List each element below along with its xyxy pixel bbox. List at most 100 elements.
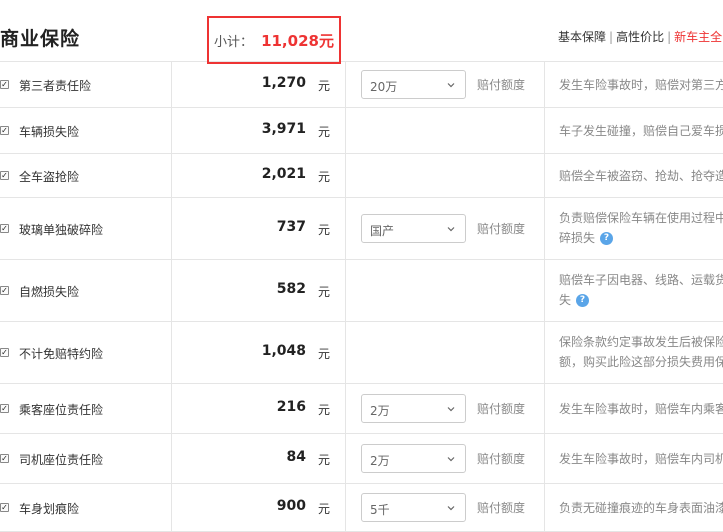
column-divider <box>345 62 346 107</box>
description-line: 发生车险事故时，赔偿对第三方 <box>559 78 723 92</box>
premium-amount: 737 <box>276 219 306 235</box>
premium-amount: 216 <box>276 399 306 415</box>
column-divider <box>345 384 346 433</box>
coverage-select-value: 5千 <box>370 503 390 517</box>
insurance-description: 赔偿车子因电器、线路、运载货失? <box>559 270 723 310</box>
subtotal-label: 小计： <box>214 34 254 50</box>
column-divider <box>345 154 346 197</box>
currency-unit: 元 <box>318 223 331 237</box>
coverage-select[interactable]: 2万 <box>361 394 466 423</box>
header: 商业保险 小计： 11,028元 基本保障 | 高性价比 | 新车主全 <box>0 0 723 64</box>
insurance-name: 车辆损失险 <box>19 125 80 139</box>
currency-unit: 元 <box>318 502 331 516</box>
subtotal-value: 11,028元 <box>261 31 334 50</box>
row-checkbox[interactable]: ✓ <box>0 404 9 413</box>
description-line: 赔偿车子因电器、线路、运载货 <box>559 273 723 287</box>
premium-amount: 1,270 <box>261 75 306 91</box>
column-divider <box>171 108 172 153</box>
insurance-name: 第三者责任险 <box>19 79 92 93</box>
currency-unit: 元 <box>318 79 331 93</box>
currency-unit: 元 <box>318 285 331 299</box>
insurance-name: 不计免赔特约险 <box>19 347 104 361</box>
row-checkbox[interactable]: ✓ <box>0 454 9 463</box>
chevron-down-icon <box>447 457 455 462</box>
currency-unit: 元 <box>318 453 331 467</box>
insurance-name: 司机座位责任险 <box>19 453 104 467</box>
chevron-down-icon <box>447 407 455 412</box>
coverage-select[interactable]: 20万 <box>361 70 466 99</box>
description-line: 负责无碰撞痕迹的车身表面油漆 <box>559 501 723 515</box>
premium-amount: 2,021 <box>261 166 306 182</box>
column-divider <box>544 154 545 197</box>
coverage-select-value: 国产 <box>370 224 395 238</box>
page-title: 商业保险 <box>0 28 81 50</box>
row-checkbox[interactable]: ✓ <box>0 171 9 180</box>
coverage-select[interactable]: 5千 <box>361 493 466 522</box>
column-divider <box>345 322 346 383</box>
column-divider <box>171 62 172 107</box>
insurance-description: 赔偿全车被盗窃、抢劫、抢夺造 <box>559 166 723 186</box>
description-line: 额，购买此险这部分损失费用保 <box>559 355 723 369</box>
row-checkbox[interactable]: ✓ <box>0 348 9 357</box>
coverage-label: 赔付额度 <box>477 501 526 515</box>
insurance-row: ✓ 自燃损失险 582 元 赔偿车子因电器、线路、运载货失? <box>0 260 723 322</box>
description-line: 负责赔偿保险车辆在使用过程中 <box>559 211 723 225</box>
row-checkbox[interactable]: ✓ <box>0 80 9 89</box>
insurance-name: 全车盗抢险 <box>19 170 80 184</box>
help-icon[interactable]: ? <box>576 294 590 307</box>
column-divider <box>544 260 545 321</box>
insurance-description: 负责无碰撞痕迹的车身表面油漆 <box>559 498 723 518</box>
premium-amount: 3,971 <box>261 121 306 137</box>
column-divider <box>544 198 545 259</box>
insurance-row: ✓ 全车盗抢险 2,021 元 赔偿全车被盗窃、抢劫、抢夺造 <box>0 154 723 198</box>
insurance-description: 车子发生碰撞，赔偿自己爱车损 <box>559 121 723 141</box>
description-line: 赔偿全车被盗窃、抢劫、抢夺造 <box>559 169 723 183</box>
coverage-label: 赔付额度 <box>477 452 526 466</box>
column-divider <box>171 384 172 433</box>
preset-link-new-owner[interactable]: 新车主全 <box>674 30 722 44</box>
coverage-select[interactable]: 2万 <box>361 444 466 473</box>
column-divider <box>544 384 545 433</box>
row-checkbox[interactable]: ✓ <box>0 286 9 295</box>
insurance-name: 乘客座位责任险 <box>19 403 104 417</box>
preset-link-basic[interactable]: 基本保障 <box>558 30 606 44</box>
column-divider <box>544 434 545 483</box>
premium-amount: 582 <box>276 281 306 297</box>
column-divider <box>345 260 346 321</box>
column-divider <box>345 108 346 153</box>
row-checkbox[interactable]: ✓ <box>0 224 9 233</box>
column-divider <box>345 434 346 483</box>
preset-links: 基本保障 | 高性价比 | 新车主全 <box>558 28 722 45</box>
premium-amount: 1,048 <box>261 343 306 359</box>
description-line: 车子发生碰撞，赔偿自己爱车损 <box>559 124 723 138</box>
chevron-down-icon <box>447 83 455 88</box>
link-separator: | <box>667 30 672 44</box>
insurance-row: ✓ 车身划痕险 900 元 5千 赔付额度 负责无碰撞痕迹的车身表面油漆 <box>0 484 723 532</box>
column-divider <box>345 484 346 531</box>
chevron-down-icon <box>447 506 455 511</box>
coverage-select-value: 2万 <box>370 454 390 468</box>
chevron-down-icon <box>447 227 455 232</box>
help-icon[interactable]: ? <box>600 232 614 245</box>
currency-unit: 元 <box>318 170 331 184</box>
preset-link-value[interactable]: 高性价比 <box>616 30 664 44</box>
description-line: 发生车险事故时，赔偿车内乘客 <box>559 402 723 416</box>
insurance-row: ✓ 不计免赔特约险 1,048 元 保险条款约定事故发生后被保险 额，购买此险这部分损失费… <box>0 322 723 384</box>
description-line: 发生车险事故时，赔偿车内司机 <box>559 452 723 466</box>
insurance-description: 负责赔偿保险车辆在使用过程中 碎损失? <box>559 208 723 248</box>
coverage-select-value: 20万 <box>370 80 398 94</box>
coverage-select[interactable]: 国产 <box>361 214 466 243</box>
insurance-row: ✓ 司机座位责任险 84 元 2万 赔付额度 发生车险事故时，赔偿车内司机 <box>0 434 723 484</box>
row-checkbox[interactable]: ✓ <box>0 503 9 512</box>
column-divider <box>171 198 172 259</box>
insurance-name: 自燃损失险 <box>19 285 80 299</box>
premium-amount: 900 <box>276 498 306 514</box>
description-line: 失? <box>559 290 723 310</box>
insurance-description: 发生车险事故时，赔偿车内司机 <box>559 449 723 469</box>
insurance-row: ✓ 玻璃单独破碎险 737 元 国产 赔付额度 负责赔偿保险车辆在使用过程中 碎损失? <box>0 198 723 260</box>
row-checkbox[interactable]: ✓ <box>0 126 9 135</box>
insurance-name: 车身划痕险 <box>19 502 80 516</box>
premium-amount: 84 <box>286 449 306 465</box>
column-divider <box>171 154 172 197</box>
insurance-row: ✓ 第三者责任险 1,270 元 20万 赔付额度 发生车险事故时，赔偿对第三方 <box>0 62 723 108</box>
